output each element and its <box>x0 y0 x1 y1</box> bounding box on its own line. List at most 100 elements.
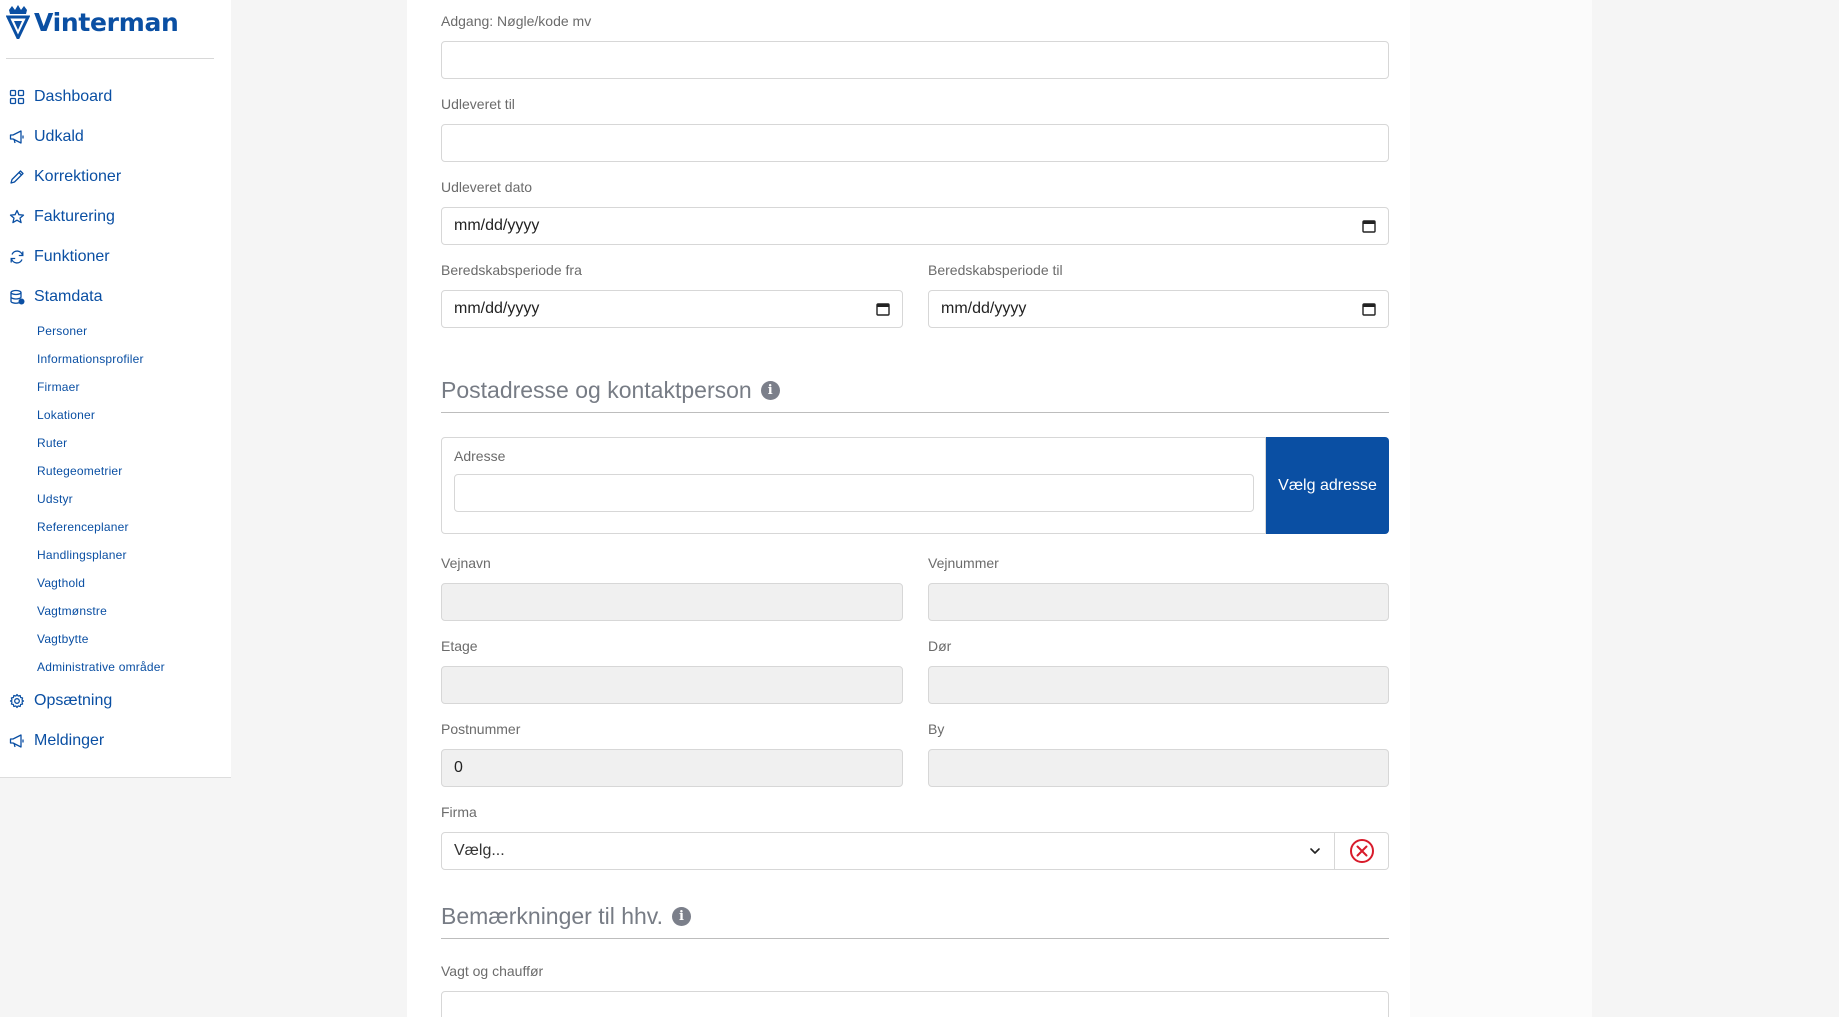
beredskab-fra-input[interactable]: mm/dd/yyyy <box>441 290 903 328</box>
brand-name: Vinterman <box>34 7 179 37</box>
sidebar-subitem-label: Vagtmønstre <box>37 604 107 618</box>
sidebar-subitem-label: Udstyr <box>37 492 73 506</box>
gear-icon <box>9 693 25 709</box>
firma-clear-button[interactable] <box>1335 832 1389 870</box>
vagt-chauffor-label: Vagt og chauffør <box>441 963 544 979</box>
sidebar-item-dashboard[interactable]: Dashboard <box>0 77 231 117</box>
adgang-label: Adgang: Nøgle/kode mv <box>441 13 592 29</box>
sidebar-subitem-firmaer[interactable]: Firmaer <box>0 373 231 401</box>
calendar-icon[interactable] <box>1362 219 1376 233</box>
dor-label: Dør <box>928 638 952 654</box>
sidebar-subitem-informationsprofiler[interactable]: Informationsprofiler <box>0 345 231 373</box>
megaphone-icon <box>9 130 24 144</box>
postnummer-label: Postnummer <box>441 721 521 737</box>
chevron-down-icon <box>1310 848 1320 854</box>
sidebar-item-label: Funktioner <box>34 248 110 265</box>
sidebar-subitem-label: Firmaer <box>37 380 80 394</box>
sidebar-subitem-label: Personer <box>37 324 88 338</box>
etage-input[interactable] <box>441 666 903 704</box>
udleveret-dato-label: Udleveret dato <box>441 179 533 195</box>
beredskab-fra-label: Beredskabsperiode fra <box>441 262 582 278</box>
beredskab-til-label: Beredskabsperiode til <box>928 262 1063 278</box>
sidebar-subitem-label: Lokationer <box>37 408 96 422</box>
info-icon[interactable]: i <box>672 907 691 926</box>
sidebar-item-udkald[interactable]: Udkald <box>0 117 231 157</box>
sidebar-subitem-ruter[interactable]: Ruter <box>0 429 231 457</box>
beredskab-til-input[interactable]: mm/dd/yyyy <box>928 290 1389 328</box>
sidebar-item-stamdata[interactable]: Stamdata <box>0 277 231 317</box>
dashboard-icon <box>9 89 25 105</box>
sidebar-subitem-label: Vagthold <box>37 576 86 590</box>
refresh-icon <box>10 250 24 264</box>
sidebar-item-label: Meldinger <box>34 732 105 749</box>
sidebar-item-label: Dashboard <box>34 88 113 105</box>
vejnummer-input[interactable] <box>928 583 1389 621</box>
calendar-icon[interactable] <box>876 302 890 316</box>
sidebar-subitem-handlingsplaner[interactable]: Handlingsplaner <box>0 541 231 569</box>
info-icon[interactable]: i <box>760 381 780 400</box>
vaelg-adresse-button[interactable]: Vælg adresse <box>1266 437 1389 534</box>
star-icon <box>9 209 25 224</box>
vagt-chauffor-input[interactable] <box>441 991 1389 1017</box>
calendar-icon[interactable] <box>1362 302 1376 316</box>
udleveret-til-input[interactable] <box>441 124 1389 162</box>
sidebar-subitem-rutegeometrier[interactable]: Rutegeometrier <box>0 457 231 485</box>
pencil-icon <box>10 170 24 184</box>
udleveret-til-label: Udleveret til <box>441 96 515 112</box>
section-divider <box>441 938 1389 939</box>
adresse-label: Adresse <box>454 448 506 464</box>
sidebar-subitem-administrative-omrader[interactable]: Administrative områder <box>0 653 231 681</box>
sidebar-subitem-label: Administrative områder <box>37 660 165 674</box>
brand-logo[interactable]: Vinterman <box>6 5 179 39</box>
adresse-group: Adresse <box>441 437 1266 534</box>
sidebar-subitem-label: Vagtbytte <box>37 632 89 646</box>
adresse-input[interactable] <box>454 474 1254 512</box>
database-icon <box>10 289 25 305</box>
sidebar-item-fakturering[interactable]: Fakturering <box>0 197 231 237</box>
logo-divider <box>6 58 214 59</box>
sidebar-subitem-label: Rutegeometrier <box>37 464 123 478</box>
megaphone-icon <box>9 734 24 748</box>
sidebar-subitem-personer[interactable]: Personer <box>0 317 231 345</box>
close-circle-icon <box>1349 839 1374 863</box>
adgang-input[interactable] <box>441 41 1389 79</box>
sidebar-subitem-referenceplaner[interactable]: Referenceplaner <box>0 513 231 541</box>
beredskab-til-value: mm/dd/yyyy <box>941 300 1027 317</box>
dor-input[interactable] <box>928 666 1389 704</box>
sidebar-item-label: Fakturering <box>34 208 115 225</box>
udleveret-dato-value: mm/dd/yyyy <box>454 217 540 234</box>
sidebar-subitem-label: Referenceplaner <box>37 520 129 534</box>
sidebar-subitem-lokationer[interactable]: Lokationer <box>0 401 231 429</box>
section-title: Bemærkninger til hhv. <box>441 903 663 929</box>
vejnavn-input[interactable] <box>441 583 903 621</box>
sidebar-subitem-label: Informationsprofiler <box>37 352 144 366</box>
section-heading-postadresse: Postadresse og kontaktperson i <box>441 377 780 404</box>
by-input[interactable] <box>928 749 1389 787</box>
right-panel <box>1410 0 1592 1017</box>
postnummer-value: 0 <box>454 759 463 776</box>
sidebar-item-label: Opsætning <box>34 692 113 709</box>
section-title: Postadresse og kontaktperson <box>441 377 752 403</box>
sidebar-item-funktioner[interactable]: Funktioner <box>0 237 231 277</box>
sidebar-subitem-udstyr[interactable]: Udstyr <box>0 485 231 513</box>
section-divider <box>441 412 1389 413</box>
firma-label: Firma <box>441 804 477 820</box>
vejnavn-label: Vejnavn <box>441 555 491 571</box>
firma-value: Vælg... <box>454 842 505 859</box>
sidebar-subitem-vagthold[interactable]: Vagthold <box>0 569 231 597</box>
sidebar-subitem-vagtmonstre[interactable]: Vagtmønstre <box>0 597 231 625</box>
sidebar-item-korrektioner[interactable]: Korrektioner <box>0 157 231 197</box>
sidebar-item-label: Korrektioner <box>34 168 122 185</box>
sidebar-item-label: Udkald <box>34 128 84 145</box>
udleveret-dato-input[interactable]: mm/dd/yyyy <box>441 207 1389 245</box>
beredskab-fra-value: mm/dd/yyyy <box>454 300 540 317</box>
sidebar-subitem-vagtbytte[interactable]: Vagtbytte <box>0 625 231 653</box>
vejnummer-label: Vejnummer <box>928 555 999 571</box>
section-heading-bemaerkninger: Bemærkninger til hhv. i <box>441 903 691 930</box>
postnummer-input[interactable]: 0 <box>441 749 903 787</box>
by-label: By <box>928 721 945 737</box>
firma-select[interactable]: Vælg... <box>441 832 1335 870</box>
sidebar-item-opsaetning[interactable]: Opsætning <box>0 681 231 721</box>
sidebar-item-meldinger[interactable]: Meldinger <box>0 721 231 761</box>
etage-label: Etage <box>441 638 478 654</box>
